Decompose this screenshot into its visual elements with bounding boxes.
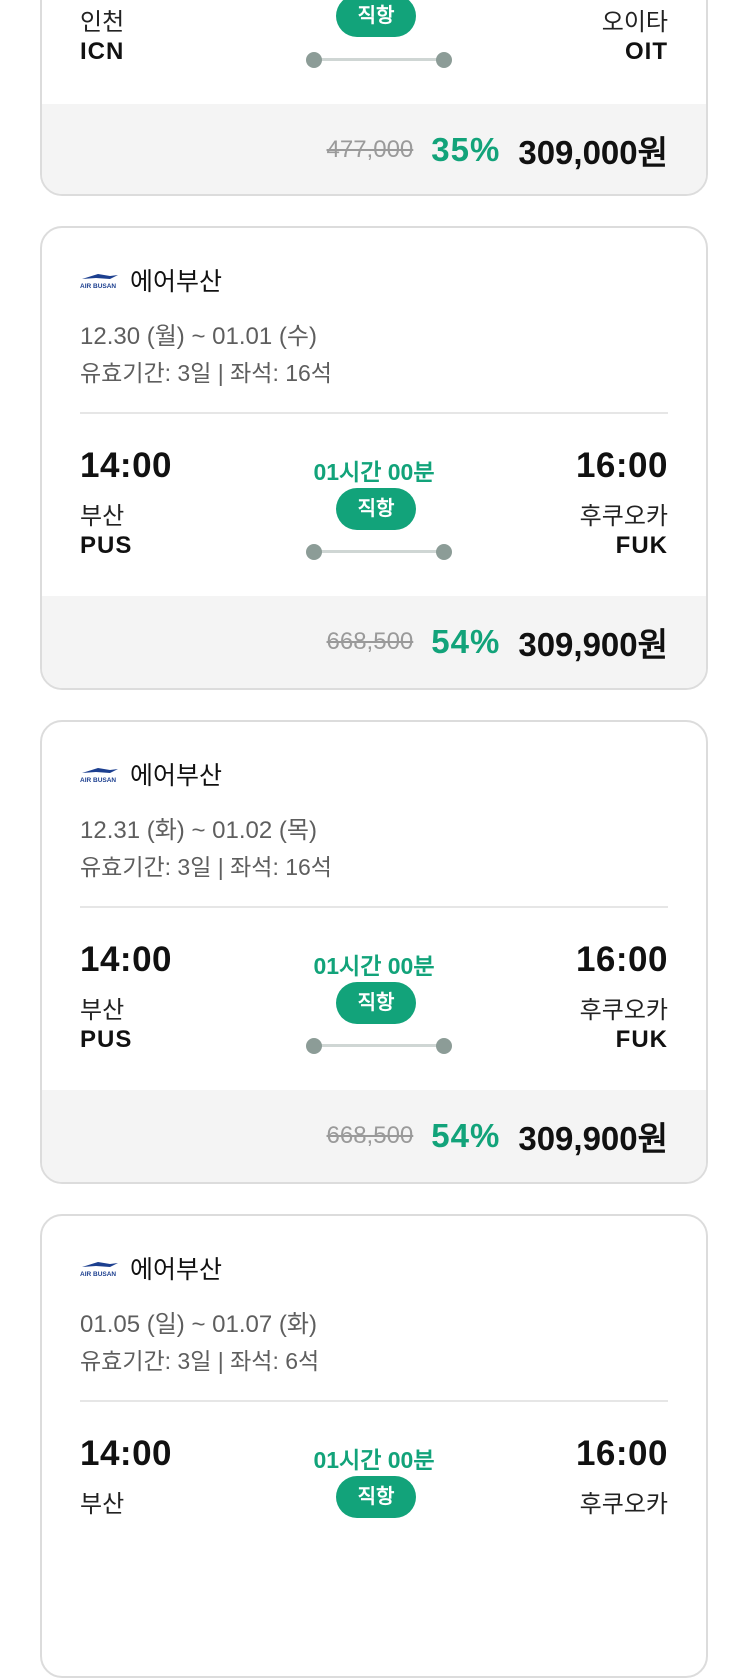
origin-dot-icon: [306, 544, 322, 560]
airline-row: AIR BUSAN 에어부산: [80, 1250, 222, 1286]
air-busan-logo-icon: AIR BUSAN: [80, 768, 118, 784]
airline-row: AIR BUSAN 에어부산: [80, 262, 222, 298]
airline-row: AIR BUSAN 에어부산: [80, 756, 222, 792]
destination-dot-icon: [436, 52, 452, 68]
divider: [80, 906, 668, 908]
airline-name: 에어부산: [130, 268, 223, 296]
discount-rate: 54%: [431, 1117, 501, 1154]
original-price: 668,500: [326, 1122, 414, 1149]
travel-dates: 12.31 (화) ~ 01.02 (목): [80, 817, 317, 844]
arrival-city: 오이타: [601, 9, 668, 36]
flight-duration: 01시간 00분: [313, 953, 435, 979]
departure-code: PUS: [80, 532, 133, 559]
departure-code: PUS: [80, 1026, 133, 1053]
origin-dot-icon: [306, 1038, 322, 1054]
arrival-code: FUK: [615, 532, 668, 559]
route-line: [306, 52, 452, 68]
arrival-code: FUK: [615, 1026, 668, 1053]
departure-city: 부산: [80, 503, 125, 530]
destination-dot-icon: [436, 544, 452, 560]
air-busan-logo-icon: AIR BUSAN: [80, 274, 118, 290]
flight-duration: 01시간 00분: [313, 1447, 435, 1473]
arrival-city: 후쿠오카: [579, 503, 668, 530]
direct-flight-badge: 직항: [336, 488, 416, 530]
final-price: 309,900원: [518, 1120, 668, 1157]
price-row: 668,500 54% 309,900원: [42, 596, 706, 688]
flight-card[interactable]: 인천 ICN 오이타 OIT 직항 477,000 35% 309,000원: [40, 0, 708, 196]
departure-city: 부산: [80, 1491, 125, 1518]
arrival-city: 후쿠오카: [579, 1491, 668, 1518]
original-price: 477,000: [326, 136, 414, 163]
route-line: [306, 544, 452, 560]
direct-flight-badge: 직항: [336, 982, 416, 1024]
original-price: 668,500: [326, 628, 414, 655]
departure-code: ICN: [80, 38, 125, 65]
destination-dot-icon: [436, 1038, 452, 1054]
price-row: 668,500 54% 309,900원: [42, 1090, 706, 1182]
svg-text:AIR BUSAN: AIR BUSAN: [80, 283, 116, 290]
flight-card[interactable]: AIR BUSAN 에어부산 12.30 (월) ~ 01.01 (수) 유효기…: [40, 226, 708, 690]
final-price: 309,900원: [518, 626, 668, 663]
flight-card[interactable]: AIR BUSAN 에어부산 12.31 (화) ~ 01.02 (목) 유효기…: [40, 720, 708, 1184]
origin-dot-icon: [306, 52, 322, 68]
airline-name: 에어부산: [130, 762, 223, 790]
validity-seats: 유효기간: 3일 | 좌석: 6석: [80, 1348, 320, 1374]
arrival-code: OIT: [625, 38, 668, 65]
validity-seats: 유효기간: 3일 | 좌석: 16석: [80, 360, 332, 386]
validity-seats: 유효기간: 3일 | 좌석: 16석: [80, 854, 332, 880]
svg-text:AIR BUSAN: AIR BUSAN: [80, 777, 116, 784]
final-price: 309,000원: [518, 134, 668, 171]
airline-name: 에어부산: [130, 1256, 223, 1284]
air-busan-logo-icon: AIR BUSAN: [80, 1262, 118, 1278]
direct-flight-badge: 직항: [336, 0, 416, 37]
price-row: 477,000 35% 309,000원: [42, 104, 706, 194]
arrival-city: 후쿠오카: [579, 997, 668, 1024]
direct-flight-badge: 직항: [336, 1476, 416, 1518]
flight-duration: 01시간 00분: [313, 459, 435, 485]
divider: [80, 412, 668, 414]
departure-city: 부산: [80, 997, 125, 1024]
travel-dates: 01.05 (일) ~ 01.07 (화): [80, 1311, 317, 1338]
departure-city: 인천: [80, 9, 125, 36]
discount-rate: 54%: [431, 623, 501, 660]
discount-rate: 35%: [431, 131, 501, 168]
travel-dates: 12.30 (월) ~ 01.01 (수): [80, 323, 317, 350]
divider: [80, 1400, 668, 1402]
route-line: [306, 1038, 452, 1054]
svg-text:AIR BUSAN: AIR BUSAN: [80, 1271, 116, 1278]
flight-card[interactable]: AIR BUSAN 에어부산 01.05 (일) ~ 01.07 (화) 유효기…: [40, 1214, 708, 1678]
